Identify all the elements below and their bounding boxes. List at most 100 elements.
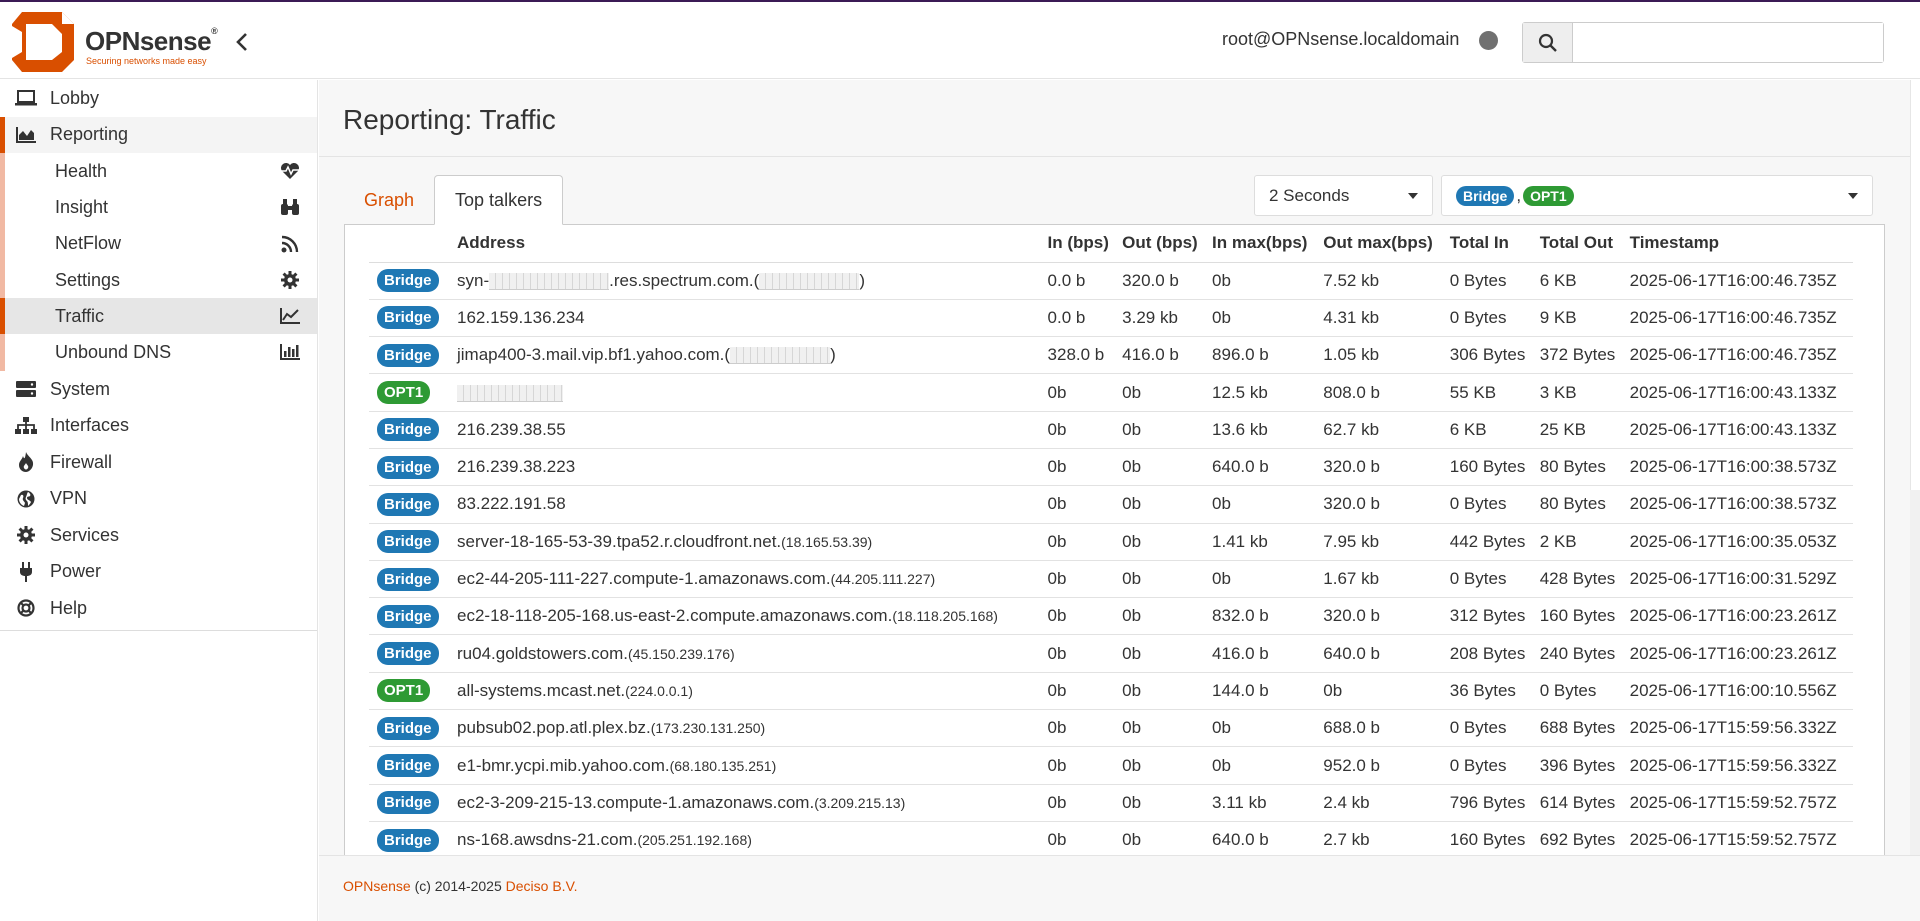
total-out-cell: 25 KB	[1531, 411, 1622, 449]
total-in-cell: 208 Bytes	[1441, 634, 1532, 673]
sidebar-item-system[interactable]: System	[0, 371, 317, 408]
binoculars-icon	[279, 197, 301, 217]
timestamp-cell: 2025-06-17T15:59:56.332Z	[1621, 709, 1853, 748]
total-in-cell: 796 Bytes	[1441, 784, 1532, 822]
column-header-total-in[interactable]: Total In	[1441, 225, 1532, 263]
out-max-cell: 1.67 kb	[1315, 560, 1442, 599]
in-max-cell: 3.11 kb	[1204, 784, 1316, 822]
sidebar-item-services[interactable]: Services	[0, 517, 317, 554]
column-header-total-out[interactable]: Total Out	[1531, 225, 1622, 263]
total-in-cell: 160 Bytes	[1441, 448, 1532, 487]
sidebar-item-vpn[interactable]: VPN	[0, 480, 317, 517]
timestamp-cell: 2025-06-17T16:00:23.261Z	[1621, 597, 1853, 636]
table-row: OPT1 all-systems.mcast.net.(224.0.0.1) 0…	[369, 672, 1853, 711]
address-cell: all-systems.mcast.net.(224.0.0.1)	[449, 672, 1040, 711]
address-cell: 216.239.38.223	[449, 448, 1040, 487]
sitemap-icon	[14, 416, 38, 436]
total-in-cell: 442 Bytes	[1441, 523, 1532, 561]
sidebar-item-label: Insight	[55, 196, 109, 217]
column-header-out-max[interactable]: Out max(bps)	[1315, 225, 1442, 263]
sidebar-item-reporting[interactable]: Reporting	[0, 116, 317, 153]
address-cell: ec2-44-205-111-227.compute-1.amazonaws.c…	[449, 560, 1040, 599]
out-max-cell: 320.0 b	[1315, 597, 1442, 636]
opnsense-logo[interactable]: OPNsense® Securing networks made easy	[12, 12, 242, 72]
column-header-timestamp[interactable]: Timestamp	[1621, 225, 1853, 263]
tab-top-talkers[interactable]: Top talkers	[434, 175, 564, 225]
sidebar: Lobby Reporting Health Insight NetFlow S…	[0, 80, 318, 921]
sidebar-item-label: Firewall	[50, 451, 113, 472]
in-max-cell: 640.0 b	[1204, 448, 1316, 487]
footer-brand-link[interactable]: OPNsense	[343, 878, 411, 894]
interface-badge: Bridge	[377, 269, 439, 293]
address-cell: e1-bmr.ycpi.mib.yahoo.com.(68.180.135.25…	[449, 746, 1040, 785]
column-header-in[interactable]: In (bps)	[1039, 225, 1115, 263]
sidebar-item-label: Health	[55, 160, 108, 181]
sidebar-subitem-settings[interactable]: Settings	[0, 261, 317, 299]
column-header-out[interactable]: Out (bps)	[1114, 225, 1205, 263]
footer-company-link[interactable]: Deciso B.V.	[506, 878, 578, 894]
out-cell: 0b	[1114, 560, 1205, 599]
total-out-cell: 3 KB	[1531, 373, 1622, 412]
total-in-cell: 0 Bytes	[1441, 746, 1532, 785]
total-in-cell: 160 Bytes	[1441, 821, 1532, 855]
sidebar-subitem-unbound-dns[interactable]: Unbound DNS	[0, 334, 317, 371]
search-button[interactable]	[1523, 23, 1573, 62]
sidebar-item-label: Reporting	[50, 124, 129, 145]
table-row: Bridge pubsub02.pop.atl.plex.bz.(173.230…	[369, 709, 1853, 748]
table-row: Bridge 162.159.136.234 0.0 b 3.29 kb 0b …	[369, 299, 1853, 338]
search-icon	[1538, 33, 1557, 52]
column-header-in-max[interactable]: In max(bps)	[1204, 225, 1316, 263]
sidebar-item-lobby[interactable]: Lobby	[0, 80, 317, 117]
life-ring-icon	[14, 598, 38, 618]
redacted-block	[489, 272, 610, 290]
tab-graph[interactable]: Graph	[344, 175, 434, 225]
sidebar-subitem-netflow[interactable]: NetFlow	[0, 225, 317, 262]
in-cell: 0b	[1039, 373, 1115, 412]
total-out-cell: 80 Bytes	[1531, 485, 1622, 524]
out-max-cell: 952.0 b	[1315, 746, 1442, 785]
sidebar-subitem-traffic[interactable]: Traffic	[0, 298, 317, 335]
address-cell	[449, 373, 1040, 412]
page-scrollbar[interactable]	[1910, 80, 1920, 855]
sidebar-subitem-health[interactable]: Health	[0, 153, 317, 190]
timestamp-cell: 2025-06-17T16:00:46.735Z	[1621, 299, 1853, 338]
interface-select[interactable]: Bridge , OPT1	[1441, 175, 1873, 216]
out-cell: 0b	[1114, 373, 1205, 412]
address-cell: pubsub02.pop.atl.plex.bz.(173.230.131.25…	[449, 709, 1040, 748]
bar-chart-icon	[279, 342, 301, 362]
cog-icon	[279, 270, 301, 290]
server-icon	[14, 379, 38, 399]
top-talkers-table: Address In (bps) Out (bps) In max(bps) O…	[369, 225, 1853, 855]
current-user[interactable]: root@OPNsense.localdomain	[1222, 29, 1459, 50]
in-cell: 0b	[1039, 634, 1115, 673]
sidebar-item-firewall[interactable]: Firewall	[0, 444, 317, 481]
address-cell: ec2-18-118-205-168.us-east-2.compute.ama…	[449, 597, 1040, 636]
interval-value: 2 Seconds	[1269, 185, 1350, 205]
status-indicator-icon[interactable]	[1479, 31, 1498, 50]
page-footer: OPNsense (c) 2014-2025 Deciso B.V.	[319, 855, 1920, 921]
in-cell: 0b	[1039, 672, 1115, 711]
interface-badge: Bridge	[377, 530, 439, 554]
timestamp-cell: 2025-06-17T16:00:31.529Z	[1621, 560, 1853, 599]
sidebar-item-interfaces[interactable]: Interfaces	[0, 407, 317, 444]
out-cell: 0b	[1114, 672, 1205, 711]
total-out-cell: 614 Bytes	[1531, 784, 1622, 822]
search-input[interactable]	[1573, 23, 1883, 62]
brand-name: OPNsense®	[85, 26, 218, 56]
in-max-cell: 144.0 b	[1204, 672, 1316, 711]
sidebar-item-help[interactable]: Help	[0, 590, 317, 627]
in-cell: 0b	[1039, 784, 1115, 822]
redacted-block	[457, 384, 563, 402]
sidebar-item-power[interactable]: Power	[0, 553, 317, 590]
out-cell: 0b	[1114, 821, 1205, 855]
sidebar-collapse-button[interactable]	[228, 28, 256, 56]
out-max-cell: 62.7 kb	[1315, 411, 1442, 449]
interval-select[interactable]: 2 Seconds	[1254, 175, 1433, 216]
out-cell: 416.0 b	[1114, 336, 1205, 375]
sidebar-subitem-insight[interactable]: Insight	[0, 189, 317, 226]
in-max-cell: 0b	[1204, 262, 1316, 300]
column-header-address[interactable]: Address	[449, 225, 1040, 263]
in-max-cell: 12.5 kb	[1204, 373, 1316, 412]
scrollbar-thumb[interactable]	[1910, 80, 1920, 490]
out-cell: 3.29 kb	[1114, 299, 1205, 338]
